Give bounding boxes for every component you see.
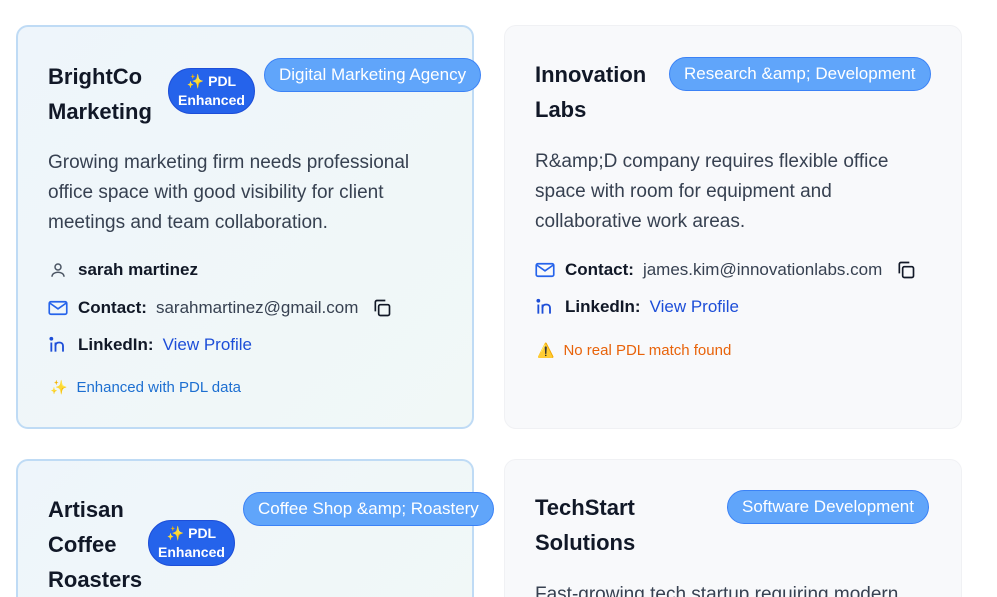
lead-card-artisan-coffee[interactable]: Artisan Coffee Roasters ✨ PDL Enhanced C…: [16, 459, 494, 597]
category-badge: Digital Marketing Agency: [264, 58, 482, 92]
view-profile-link[interactable]: View Profile: [650, 297, 739, 317]
enhanced-note: ✨ Enhanced with PDL data: [50, 379, 241, 396]
linkedin-row: LinkedIn: View Profile: [48, 335, 252, 355]
view-profile-link[interactable]: View Profile: [163, 335, 252, 355]
contact-email[interactable]: james.kim@innovationlabs.com: [643, 260, 882, 280]
warning-icon: ⚠️: [537, 342, 555, 358]
card-title: BrightCo Marketing: [48, 64, 152, 124]
linkedin-label: LinkedIn:: [78, 335, 154, 354]
copy-icon[interactable]: [372, 298, 392, 318]
card-description: R&amp;D company requires flexible office…: [535, 151, 889, 232]
pdl-enhanced-badge: ✨ PDL Enhanced: [168, 68, 255, 114]
contact-label: Contact:: [565, 260, 634, 279]
sparkles-icon: ✨: [50, 379, 68, 395]
person-row: sarah martinez: [48, 260, 207, 280]
card-title: Innovation Labs: [535, 62, 647, 122]
user-icon: [48, 260, 68, 280]
lead-card-techstart[interactable]: TechStart Solutions Software Development…: [504, 459, 962, 597]
contact-email[interactable]: sarahmartinez@gmail.com: [156, 298, 358, 318]
lead-card-innovation-labs[interactable]: Innovation Labs Research &amp; Developme…: [504, 25, 962, 429]
linkedin-icon: [535, 297, 555, 317]
card-title: Artisan Coffee Roasters: [48, 497, 143, 592]
lead-card-brightco[interactable]: BrightCo Marketing ✨ PDL Enhanced Digita…: [16, 25, 482, 429]
category-badge: Coffee Shop &amp; Roastery: [243, 492, 494, 526]
pdl-enhanced-badge: ✨ PDL Enhanced: [148, 520, 235, 566]
contact-label: Contact:: [78, 298, 147, 317]
person-name: sarah martinez: [78, 260, 198, 279]
linkedin-label: LinkedIn:: [565, 297, 641, 316]
card-description: Growing marketing firm needs professiona…: [48, 152, 410, 233]
contact-row: Contact: sarahmartinez@gmail.com: [48, 298, 392, 318]
category-badge: Software Development: [727, 490, 929, 524]
no-match-note: ⚠️ No real PDL match found: [537, 342, 731, 359]
contact-row: Contact: james.kim@innovationlabs.com: [535, 260, 916, 280]
copy-icon[interactable]: [896, 260, 916, 280]
category-badge: Research &amp; Development: [669, 57, 931, 91]
no-match-note-text: No real PDL match found: [563, 342, 732, 359]
enhanced-note-text: Enhanced with PDL data: [76, 379, 241, 396]
linkedin-icon: [48, 335, 68, 355]
linkedin-row: LinkedIn: View Profile: [535, 297, 739, 317]
card-description: Fast-growing tech startup requiring mode…: [535, 584, 899, 597]
mail-icon: [535, 260, 555, 280]
card-title: TechStart Solutions: [535, 495, 636, 555]
mail-icon: [48, 298, 68, 318]
